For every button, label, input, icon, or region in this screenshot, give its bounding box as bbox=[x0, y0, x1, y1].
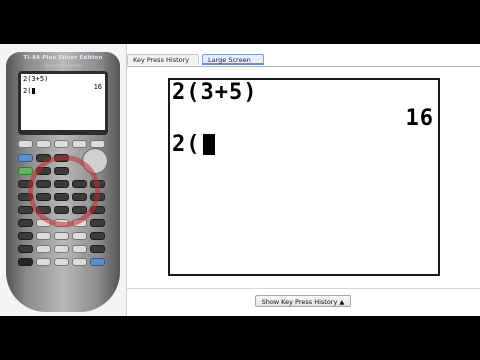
calculator-brand: TI-84 Plus Silver Edition bbox=[23, 55, 103, 61]
key-1[interactable] bbox=[36, 245, 51, 253]
tab-large-screen[interactable]: Large Screen bbox=[202, 54, 264, 65]
key-4[interactable] bbox=[36, 232, 51, 240]
calculator-maker: Texas Instruments bbox=[44, 63, 82, 68]
calculator-pane: TI-84 Plus Silver Edition Texas Instrume… bbox=[0, 44, 127, 316]
show-key-press-history-button[interactable]: Show Key Press History ▲ bbox=[255, 295, 351, 307]
key-6[interactable] bbox=[72, 232, 87, 240]
key-square[interactable] bbox=[18, 206, 33, 214]
key-graph[interactable] bbox=[90, 140, 105, 148]
key-multiply[interactable] bbox=[90, 219, 105, 227]
key-log[interactable] bbox=[18, 219, 33, 227]
key-5[interactable] bbox=[54, 232, 69, 240]
key-window[interactable] bbox=[36, 140, 51, 148]
key-minus[interactable] bbox=[90, 232, 105, 240]
key-enter[interactable] bbox=[90, 258, 105, 266]
large-cursor bbox=[202, 134, 215, 155]
key-negative[interactable] bbox=[72, 258, 87, 266]
mini-line-3: 2( bbox=[23, 87, 36, 95]
mini-line-3-text: 2( bbox=[23, 87, 32, 95]
key-2[interactable] bbox=[54, 245, 69, 253]
tab-key-press-history[interactable]: Key Press History bbox=[127, 54, 199, 65]
large-screen-display: 2(3+5) 16 2( bbox=[168, 78, 440, 276]
key-highlight-ring bbox=[28, 155, 100, 227]
large-result: 16 bbox=[405, 106, 434, 131]
key-0[interactable] bbox=[36, 258, 51, 266]
large-line-1: 2(3+5) bbox=[172, 80, 258, 105]
emulator-window: TI-84 Plus Silver Edition Texas Instrume… bbox=[0, 44, 480, 316]
mini-result: 16 bbox=[93, 83, 102, 91]
calculator-screen: 2(3+5) 16 2( bbox=[21, 74, 105, 130]
key-y-equals[interactable] bbox=[18, 140, 33, 148]
key-on[interactable] bbox=[18, 258, 33, 266]
key-2nd[interactable] bbox=[18, 154, 33, 162]
key-zoom[interactable] bbox=[54, 140, 69, 148]
key-ln[interactable] bbox=[18, 232, 33, 240]
key-plus[interactable] bbox=[90, 245, 105, 253]
large-line-3: 2( bbox=[172, 134, 215, 156]
key-alpha[interactable] bbox=[18, 167, 33, 175]
key-decimal[interactable] bbox=[54, 258, 69, 266]
mini-cursor bbox=[32, 88, 36, 94]
view-tabs: Key Press History Large Screen bbox=[127, 54, 480, 67]
mini-line-1: 2(3+5) bbox=[23, 75, 49, 83]
key-trace[interactable] bbox=[72, 140, 87, 148]
footer-divider bbox=[127, 288, 480, 289]
large-line-3-text: 2( bbox=[172, 132, 201, 157]
key-3[interactable] bbox=[72, 245, 87, 253]
key-sto[interactable] bbox=[18, 245, 33, 253]
calculator-body: TI-84 Plus Silver Edition Texas Instrume… bbox=[6, 52, 120, 312]
